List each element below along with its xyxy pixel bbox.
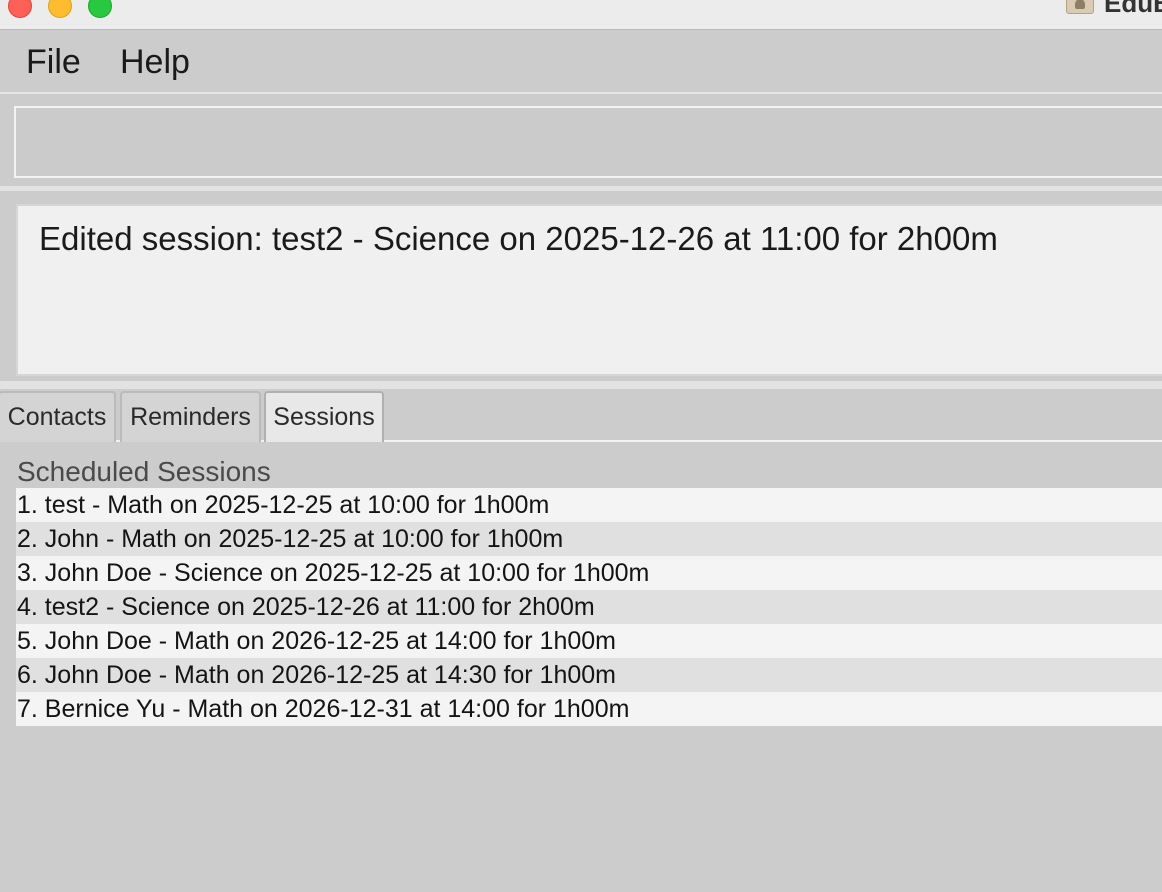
divider — [0, 186, 1162, 191]
sessions-panel: Scheduled Sessions 1. test - Math on 202… — [0, 444, 1162, 892]
session-list: 1. test - Math on 2025-12-25 at 10:00 fo… — [16, 488, 1162, 726]
tab-bar: Contacts Reminders Sessions — [0, 389, 1162, 442]
session-list-item[interactable]: 5. John Doe - Math on 2026-12-25 at 14:0… — [16, 624, 1162, 658]
result-message: Edited session: test2 - Science on 2025-… — [39, 220, 998, 257]
tab-sessions[interactable]: Sessions — [264, 391, 384, 442]
session-list-item[interactable]: 1. test - Math on 2025-12-25 at 10:00 fo… — [16, 488, 1162, 522]
close-window-button[interactable] — [8, 0, 32, 18]
session-list-item[interactable]: 7. Bernice Yu - Math on 2026-12-31 at 14… — [16, 692, 1162, 726]
session-list-item[interactable]: 6. John Doe - Math on 2026-12-25 at 14:3… — [16, 658, 1162, 692]
command-input[interactable] — [16, 108, 1162, 176]
app-icon — [1066, 0, 1094, 14]
window-titlebar: EduB — [0, 0, 1162, 30]
tab-contacts[interactable]: Contacts — [0, 391, 116, 442]
divider — [0, 381, 1162, 389]
menu-bar: File Help — [0, 31, 1162, 94]
window-title: EduB — [1104, 0, 1162, 18]
minimize-window-button[interactable] — [48, 0, 72, 18]
menu-file[interactable]: File — [26, 43, 81, 82]
session-list-item[interactable]: 2. John - Math on 2025-12-25 at 10:00 fo… — [16, 522, 1162, 556]
session-list-item[interactable]: 3. John Doe - Science on 2025-12-25 at 1… — [16, 556, 1162, 590]
result-display: Edited session: test2 - Science on 2025-… — [16, 204, 1162, 376]
panel-title: Scheduled Sessions — [17, 456, 271, 487]
tab-reminders[interactable]: Reminders — [120, 391, 261, 442]
zoom-window-button[interactable] — [88, 0, 112, 18]
command-box — [14, 106, 1162, 178]
menu-help[interactable]: Help — [120, 43, 190, 82]
session-list-item[interactable]: 4. test2 - Science on 2025-12-26 at 11:0… — [16, 590, 1162, 624]
